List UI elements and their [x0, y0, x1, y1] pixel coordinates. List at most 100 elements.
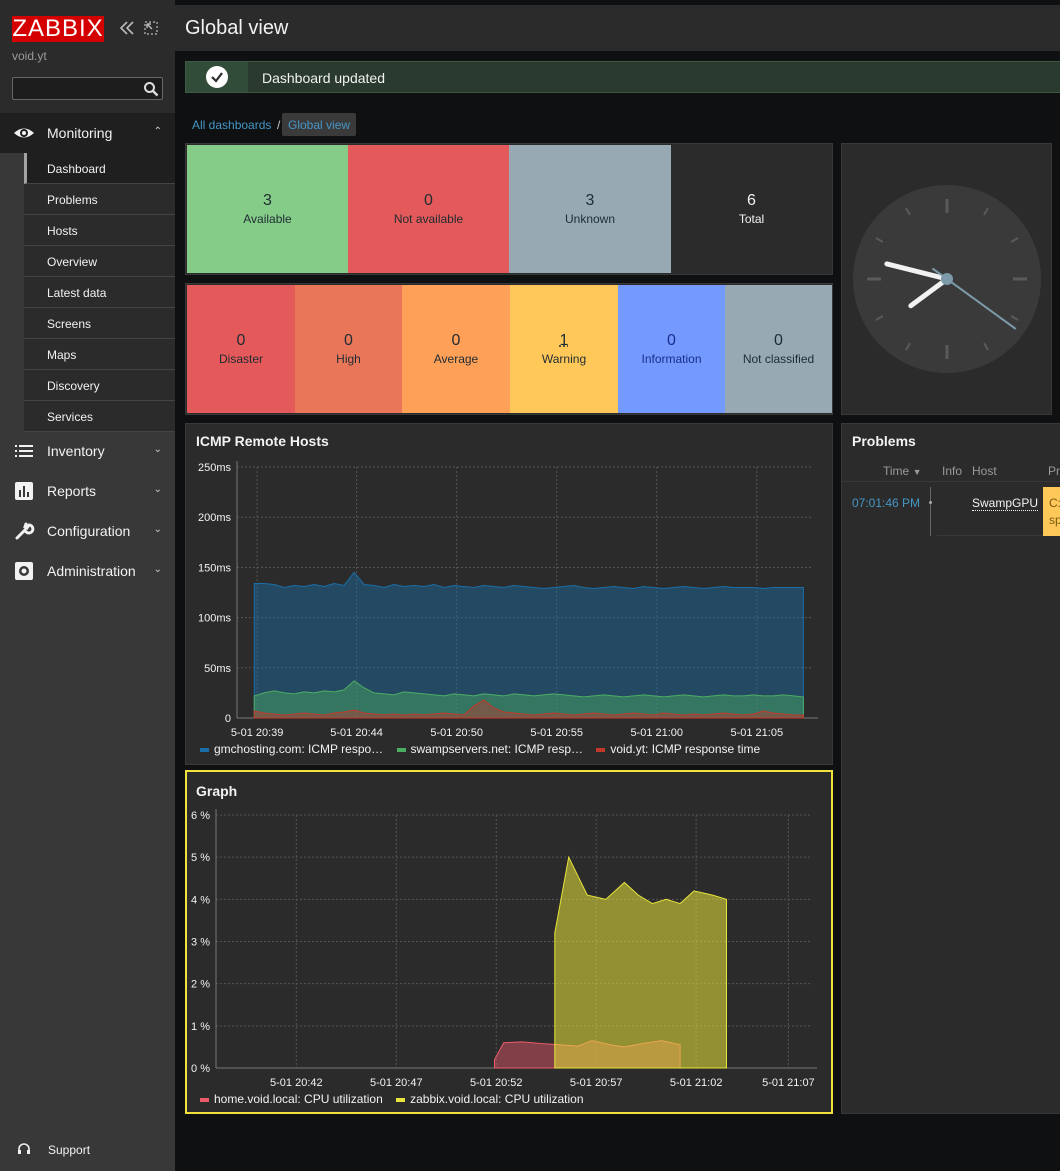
x-tick-label: 5-01 20:50: [430, 727, 483, 739]
severity-count: 0: [451, 332, 461, 349]
divider: [842, 481, 1060, 482]
availability-cell[interactable]: 0 Not available: [348, 145, 509, 273]
check-icon: [206, 66, 228, 88]
search-icon[interactable]: [143, 81, 159, 100]
problems-widget: Problems Time ▼ Info Host Pr 07:01:46 PM…: [841, 423, 1060, 1114]
y-tick-label: 2 %: [191, 979, 210, 991]
severity-label: High: [336, 352, 361, 366]
sidebar-item-dashboard[interactable]: Dashboard: [24, 153, 175, 184]
bar-chart-icon: [13, 482, 35, 500]
legend-item: gmchosting.com: ICMP respo…: [200, 742, 383, 756]
x-tick-label: 5-01 21:00: [630, 727, 683, 739]
icmp-legend: gmchosting.com: ICMP respo… swampservers…: [200, 742, 760, 756]
legend-item: home.void.local: CPU utilization: [200, 1092, 383, 1106]
availability-label: Unknown: [564, 212, 616, 226]
y-tick-label: 6 %: [191, 810, 210, 822]
chevron-down-icon: ⌄: [153, 444, 162, 455]
support-link[interactable]: Support: [48, 1143, 90, 1157]
eye-icon: [13, 124, 35, 142]
chevron-up-icon: ⌃: [153, 126, 162, 137]
severity-count: 0: [236, 332, 246, 349]
breadcrumb-current[interactable]: Global view: [282, 113, 357, 136]
column-info: Info: [942, 464, 963, 478]
kiosk-mode-icon[interactable]: [143, 20, 159, 39]
severity-cell[interactable]: 0 High: [295, 285, 402, 413]
severity-count: 0: [774, 332, 783, 349]
x-tick-label: 5-01 20:57: [570, 1077, 623, 1089]
menu-inventory[interactable]: Inventory ⌄: [0, 431, 175, 471]
menu-reports[interactable]: Reports ⌄: [0, 471, 175, 511]
menu-monitoring[interactable]: Monitoring ⌃: [0, 113, 175, 153]
column-time[interactable]: Time ▼: [883, 464, 922, 478]
sidebar-item-services[interactable]: Services: [24, 401, 175, 432]
availability-count: 3: [263, 192, 272, 209]
sidebar-item-latest-data[interactable]: Latest data: [24, 277, 175, 308]
page-title: Global view: [185, 17, 289, 39]
availability-count: 3: [585, 192, 595, 209]
problems-by-severity-widget: 0 Disaster 0 High 0 Average 1 Warning 0 Informati…: [185, 283, 833, 415]
x-tick-label: 5-01 21:05: [730, 727, 783, 739]
menu-configuration-label: Configuration: [47, 523, 131, 539]
column-problem: Pr: [1048, 464, 1060, 478]
legend-item: void.yt: ICMP response time: [596, 742, 760, 756]
legend-item: zabbix.void.local: CPU utilization: [396, 1092, 584, 1106]
sidebar-item-problems[interactable]: Problems: [24, 184, 175, 215]
availability-count: 0: [424, 192, 433, 209]
breadcrumb-all-dashboards[interactable]: All dashboards: [192, 118, 271, 132]
menu-inventory-label: Inventory: [47, 443, 105, 459]
menu-administration[interactable]: Administration ⌄: [0, 551, 175, 591]
problem-time-link[interactable]: 07:01:46 PM: [852, 496, 920, 510]
sidebar-item-discovery[interactable]: Discovery: [24, 370, 175, 401]
severity-row: 0 Disaster 0 High 0 Average 1 Warning 0 Informati…: [187, 285, 832, 413]
severity-label: Warning: [541, 352, 587, 366]
cpu-chart-svg: 6 % 5 % 4 % 3 % 2 % 1 % 0 % 5-01 20:42 5-01 20:4…: [191, 809, 817, 1089]
clock-widget: [841, 143, 1052, 415]
y-tick-label: 0: [225, 713, 231, 725]
y-tick-label: 1 %: [191, 1021, 210, 1033]
sidebar-item-overview[interactable]: Overview: [24, 246, 175, 277]
icmp-graph-widget: ICMP Remote Hosts 250ms 200ms 150ms 100ms 50…: [185, 423, 833, 765]
severity-cell[interactable]: 0 Not classified: [725, 285, 832, 413]
problem-text-line2: sp: [1049, 513, 1060, 527]
availability-label: Available: [243, 212, 292, 226]
x-tick-label: 5-01 20:42: [270, 1077, 323, 1089]
severity-cell[interactable]: 0 Information: [618, 285, 725, 413]
list-icon: [13, 442, 35, 460]
problem-host-link[interactable]: SwampGPU: [972, 496, 1039, 511]
availability-cell[interactable]: 3 Available: [187, 145, 348, 273]
y-tick-label: 100ms: [198, 613, 232, 625]
icmp-chart-svg: 250ms 200ms 150ms 100ms 50ms 05-01 20:39 5-01 …: [198, 461, 818, 739]
success-message: Dashboard updated: [185, 61, 1060, 93]
column-host: Host: [972, 464, 997, 478]
availability-count: 6: [747, 192, 756, 209]
wrench-icon: [13, 522, 35, 540]
problem-text-line1: C:: [1049, 496, 1060, 510]
collapse-sidebar-icon[interactable]: [118, 19, 136, 40]
severity-label: Disaster: [218, 352, 263, 366]
severity-cell[interactable]: 0 Disaster: [187, 285, 295, 413]
cpu-graph-widget[interactable]: Graph 6 % 5 % 4 % 3 % 2 % 1 % 0 % 5-01 20:42 5-0…: [185, 770, 833, 1114]
menu-reports-label: Reports: [47, 483, 97, 499]
menu-configuration[interactable]: Configuration ⌄: [0, 511, 175, 551]
availability-cell[interactable]: 6 Total: [671, 145, 832, 273]
message-text: Dashboard updated: [262, 70, 385, 86]
sidebar-item-hosts[interactable]: Hosts: [24, 215, 175, 246]
x-tick-label: 5-01 20:52: [470, 1077, 523, 1089]
monitoring-submenu: Dashboard Problems Hosts Overview Latest…: [24, 153, 175, 432]
y-tick-label: 5 %: [191, 852, 210, 864]
sidebar-item-screens[interactable]: Screens: [24, 308, 175, 339]
severity-cell[interactable]: 1 Warning: [510, 285, 618, 413]
y-tick-label: 0 %: [191, 1063, 210, 1075]
timeline-line: [930, 487, 931, 536]
sidebar: ZABBIX void.yt Monitoring ⌃ Dashboard Pr…: [0, 0, 175, 1171]
severity-cell[interactable]: 0 Average: [402, 285, 510, 413]
availability-cell[interactable]: 3 Unknown: [509, 145, 671, 273]
sort-down-icon: ▼: [912, 467, 922, 477]
sidebar-item-maps[interactable]: Maps: [24, 339, 175, 370]
gear-icon: [13, 562, 35, 580]
zabbix-logo[interactable]: ZABBIX: [12, 16, 104, 42]
search-input[interactable]: [12, 77, 163, 100]
problem-severity-cell[interactable]: C: sp: [1043, 487, 1060, 536]
analog-clock: [853, 185, 1041, 373]
menu-administration-label: Administration: [47, 563, 136, 579]
